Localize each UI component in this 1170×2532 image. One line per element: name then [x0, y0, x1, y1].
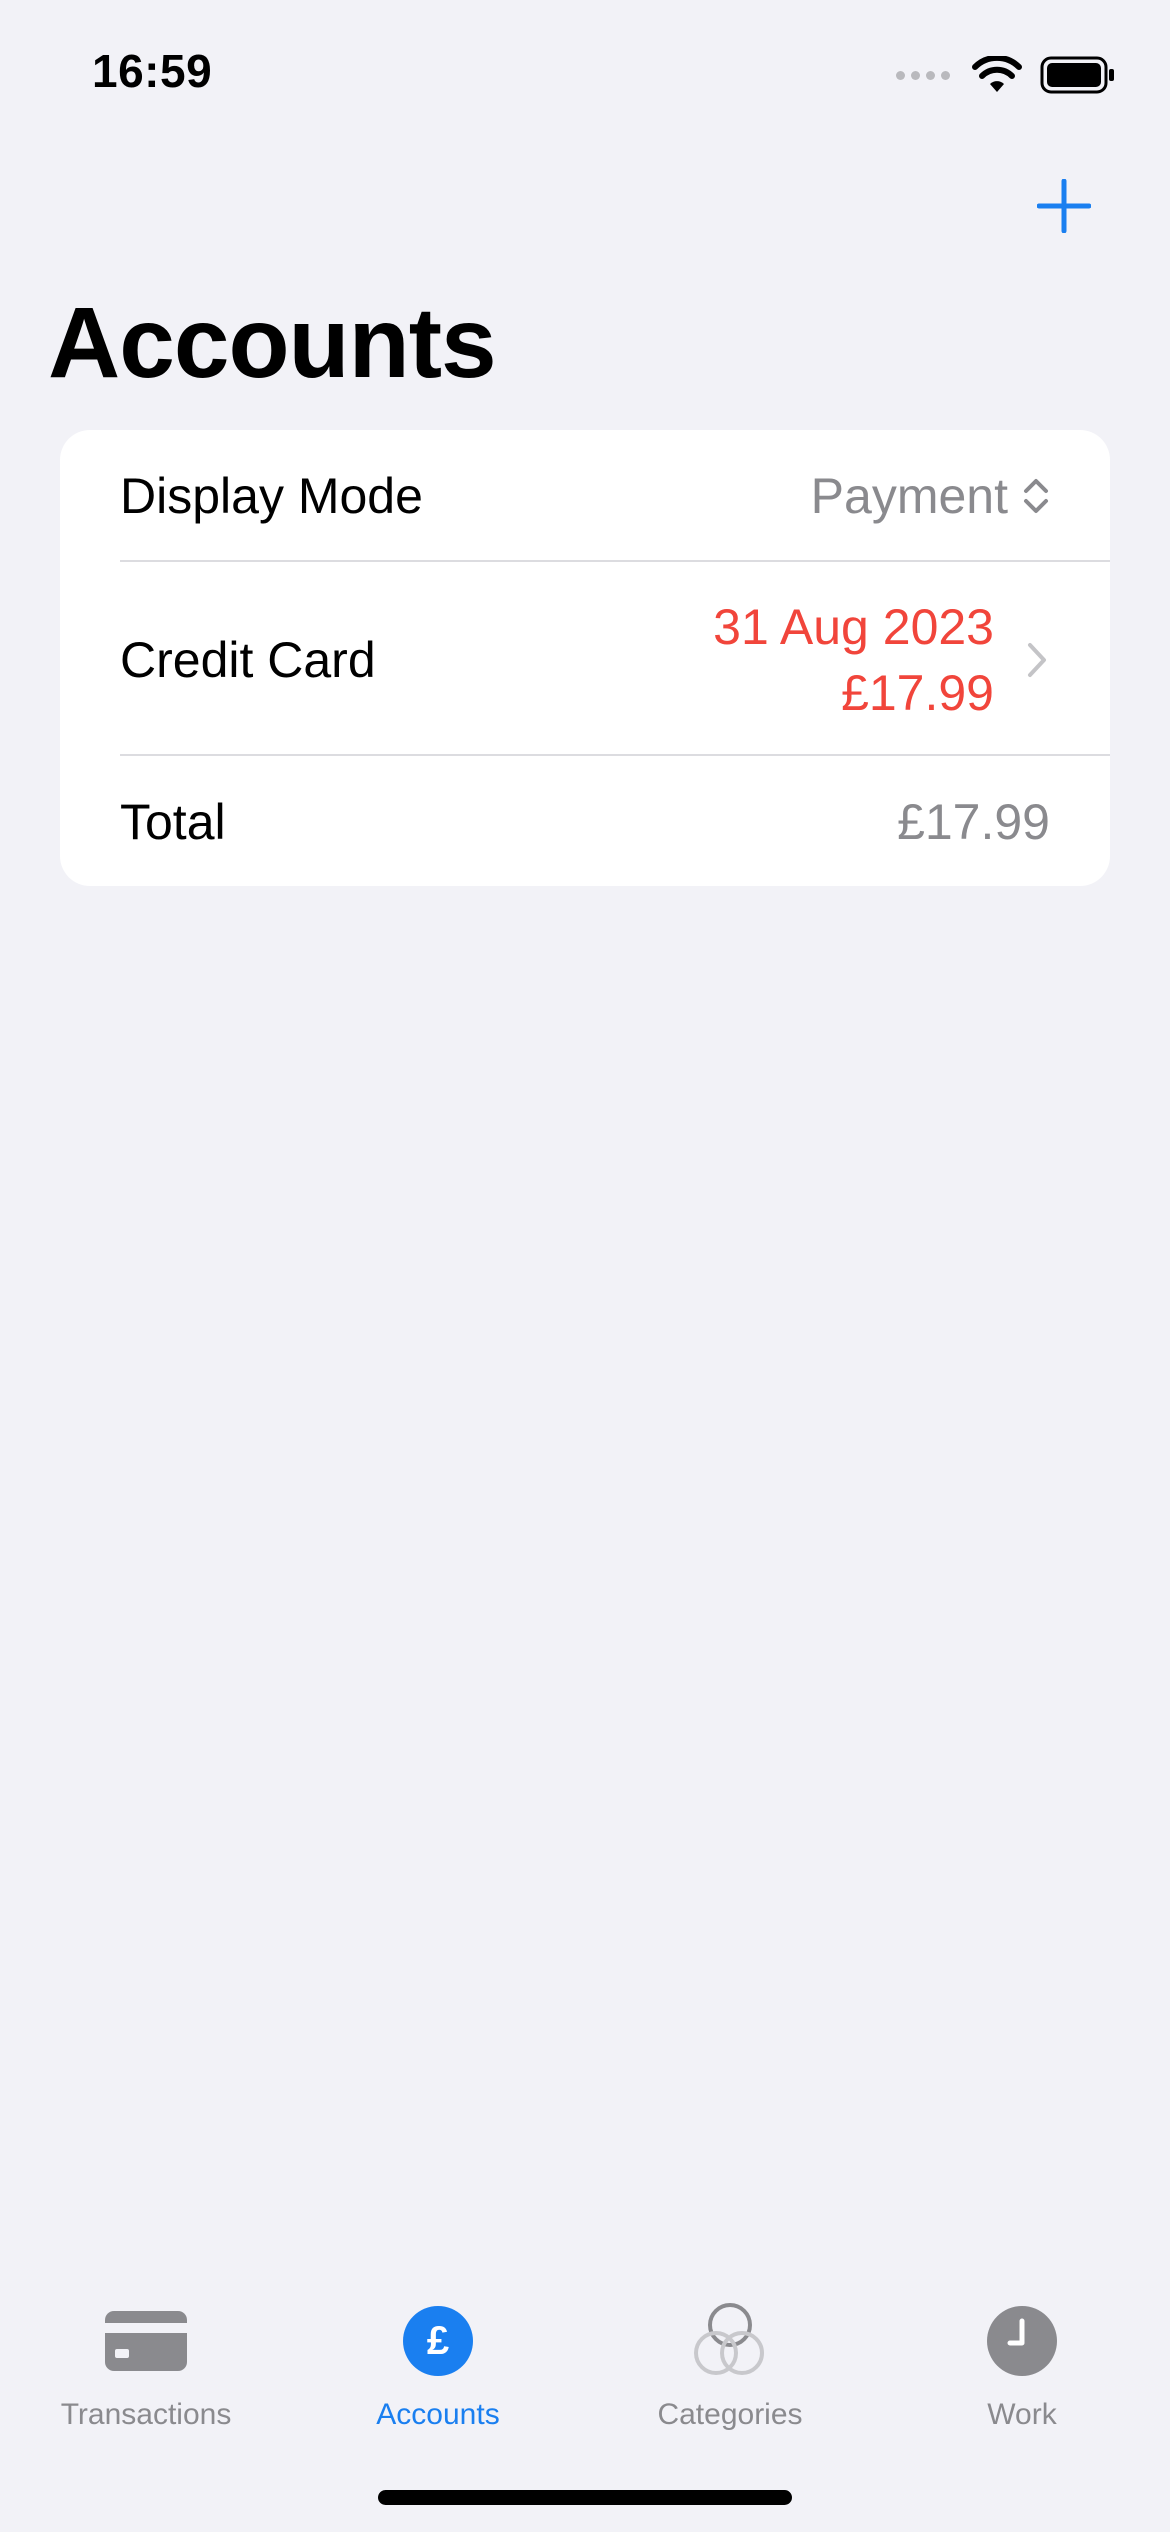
clock-icon	[977, 2296, 1067, 2386]
credit-card-icon	[101, 2296, 191, 2386]
chevron-right-icon	[1028, 643, 1046, 677]
plus-icon	[1037, 179, 1091, 233]
tab-label: Transactions	[60, 2398, 232, 2431]
total-label: Total	[120, 794, 226, 850]
tab-accounts[interactable]: £ Accounts	[292, 2296, 584, 2432]
svg-text:£: £	[427, 2319, 449, 2363]
tab-label: Categories	[657, 2398, 803, 2431]
tab-work[interactable]: Work	[876, 2296, 1168, 2432]
account-row-credit-card[interactable]: Credit Card 31 Aug 2023 £17.99	[60, 564, 1110, 756]
status-bar: 16:59	[0, 0, 1170, 150]
accounts-list: Display Mode Payment Credit Card 31 Aug …	[60, 430, 1110, 886]
total-row: Total £17.99	[60, 758, 1110, 886]
account-amount: £17.99	[841, 665, 994, 721]
display-mode-label: Display Mode	[120, 468, 423, 524]
pound-circle-icon: £	[393, 2296, 483, 2386]
divider	[120, 560, 1110, 562]
tab-label: Work	[987, 2398, 1057, 2431]
display-mode-value: Payment	[810, 468, 1008, 524]
divider	[120, 754, 1110, 756]
battery-icon	[1040, 56, 1114, 94]
home-indicator[interactable]	[378, 2490, 792, 2505]
display-mode-picker[interactable]: Payment	[811, 467, 1050, 525]
chevron-up-down-icon	[1024, 479, 1048, 513]
total-value: £17.99	[897, 794, 1050, 850]
circles-icon	[685, 2296, 775, 2386]
tab-categories[interactable]: Categories	[584, 2296, 876, 2432]
page-title: Accounts	[48, 287, 497, 399]
account-date: 31 Aug 2023	[713, 599, 994, 655]
wifi-icon	[972, 56, 1022, 92]
account-name: Credit Card	[120, 632, 376, 688]
account-values: 31 Aug 2023 £17.99	[713, 594, 994, 726]
status-indicators	[896, 50, 1116, 100]
cellular-signal-icon	[896, 70, 950, 80]
status-time: 16:59	[92, 45, 213, 97]
tab-transactions[interactable]: Transactions	[0, 2296, 292, 2432]
tab-label: Accounts	[376, 2398, 500, 2431]
display-mode-row[interactable]: Display Mode Payment	[60, 430, 1110, 562]
add-account-button[interactable]	[1034, 176, 1094, 236]
